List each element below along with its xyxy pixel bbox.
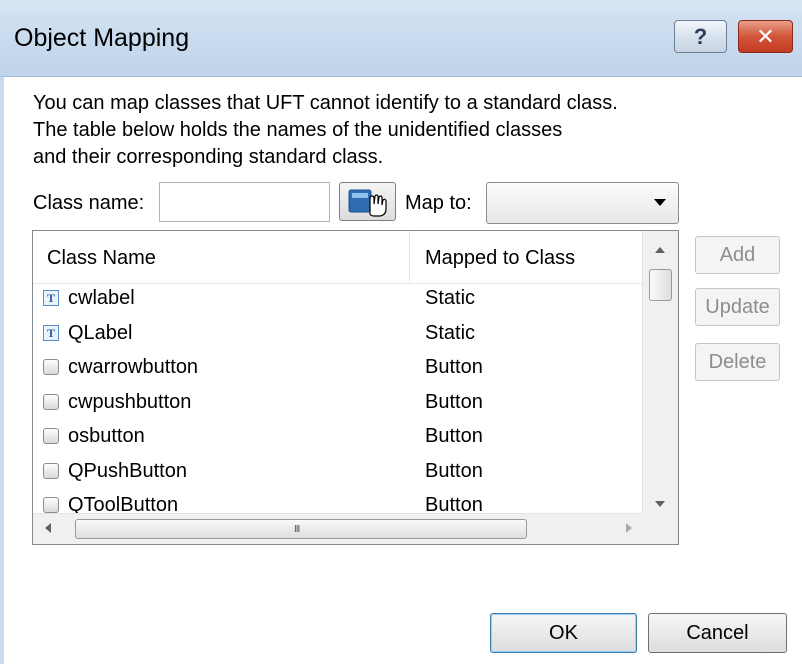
button-control-icon: [43, 428, 59, 444]
scroll-down-arrow-icon[interactable]: [655, 501, 665, 507]
help-icon: ?: [693, 23, 708, 49]
mapped-class-cell: Button: [425, 356, 483, 378]
ok-button[interactable]: OK: [490, 613, 637, 653]
mapped-class-cell: Button: [425, 459, 483, 482]
column-header-class-name[interactable]: Class Name: [47, 247, 156, 270]
map-to-label: Map to:: [405, 192, 472, 214]
list-item[interactable]: cwarrowbutton Button: [33, 352, 642, 387]
class-name-cell: QLabel: [68, 321, 133, 344]
update-button[interactable]: Update: [695, 288, 780, 326]
mapped-class-cell: Button: [425, 425, 483, 447]
text-control-icon: T: [43, 324, 59, 341]
column-header-mapped-to-class[interactable]: Mapped to Class: [425, 247, 575, 270]
class-name-input[interactable]: [159, 182, 330, 222]
list-item[interactable]: osbutton Button: [33, 421, 642, 456]
list-item[interactable]: cwpushbutton Button: [33, 387, 642, 422]
list-item[interactable]: T QLabel Static: [33, 318, 642, 353]
list-item[interactable]: T cwlabel Static: [33, 283, 642, 318]
vertical-scrollbar[interactable]: [642, 231, 678, 513]
description-line: The table below holds the names of the u…: [33, 119, 563, 141]
close-button[interactable]: ✕: [738, 20, 793, 53]
close-icon: ✕: [756, 23, 775, 49]
scroll-right-arrow-icon[interactable]: [626, 523, 632, 533]
class-name-cell: cwlabel: [68, 287, 135, 309]
delete-button[interactable]: Delete: [695, 343, 780, 381]
vertical-scroll-thumb[interactable]: [649, 269, 672, 301]
button-control-icon: [43, 393, 59, 410]
column-divider[interactable]: [409, 231, 410, 283]
title-bar: Object Mapping ? ✕: [0, 0, 802, 77]
cancel-button[interactable]: Cancel: [648, 613, 787, 653]
window-frame-edge: [0, 77, 4, 664]
add-button[interactable]: Add: [695, 236, 780, 274]
button-control-icon: [43, 462, 59, 479]
mapped-class-cell: Button: [425, 390, 483, 413]
horizontal-scroll-thumb[interactable]: III: [75, 519, 527, 539]
class-mapping-list[interactable]: Class Name Mapped to Class T cwlabel Sta…: [32, 230, 679, 545]
dropdown-arrow-icon: [654, 199, 666, 206]
horizontal-scrollbar[interactable]: III: [33, 513, 642, 544]
pointing-hand-icon: [348, 189, 387, 217]
list-header: Class Name Mapped to Class: [33, 231, 642, 284]
class-name-label: Class name:: [33, 192, 145, 214]
window-title: Object Mapping: [14, 24, 190, 52]
text-control-icon: T: [43, 290, 59, 306]
class-name-cell: cwarrowbutton: [68, 356, 199, 378]
mapped-class-cell: Static: [425, 321, 476, 344]
help-button[interactable]: ?: [674, 20, 727, 53]
list-item[interactable]: QPushButton Button: [33, 456, 642, 491]
scroll-left-arrow-icon[interactable]: [45, 523, 51, 533]
scroll-up-arrow-icon[interactable]: [655, 247, 665, 253]
class-name-cell: osbutton: [68, 425, 145, 447]
description: You can map classes that UFT cannot iden…: [33, 90, 618, 171]
button-control-icon: [43, 497, 59, 513]
scroll-grip-icon: III: [294, 524, 300, 535]
list-rows: T cwlabel Static T QLabel Static cwarrow…: [33, 283, 642, 525]
scroll-corner: [642, 513, 678, 544]
map-to-dropdown[interactable]: [486, 182, 679, 224]
object-picker-button[interactable]: [339, 182, 396, 221]
button-control-icon: [43, 359, 59, 375]
description-line: and their corresponding standard class.: [33, 146, 384, 168]
class-name-cell: QPushButton: [68, 459, 187, 482]
description-line: You can map classes that UFT cannot iden…: [33, 92, 618, 114]
class-name-cell: cwpushbutton: [68, 390, 192, 413]
mapped-class-cell: Static: [425, 287, 476, 309]
